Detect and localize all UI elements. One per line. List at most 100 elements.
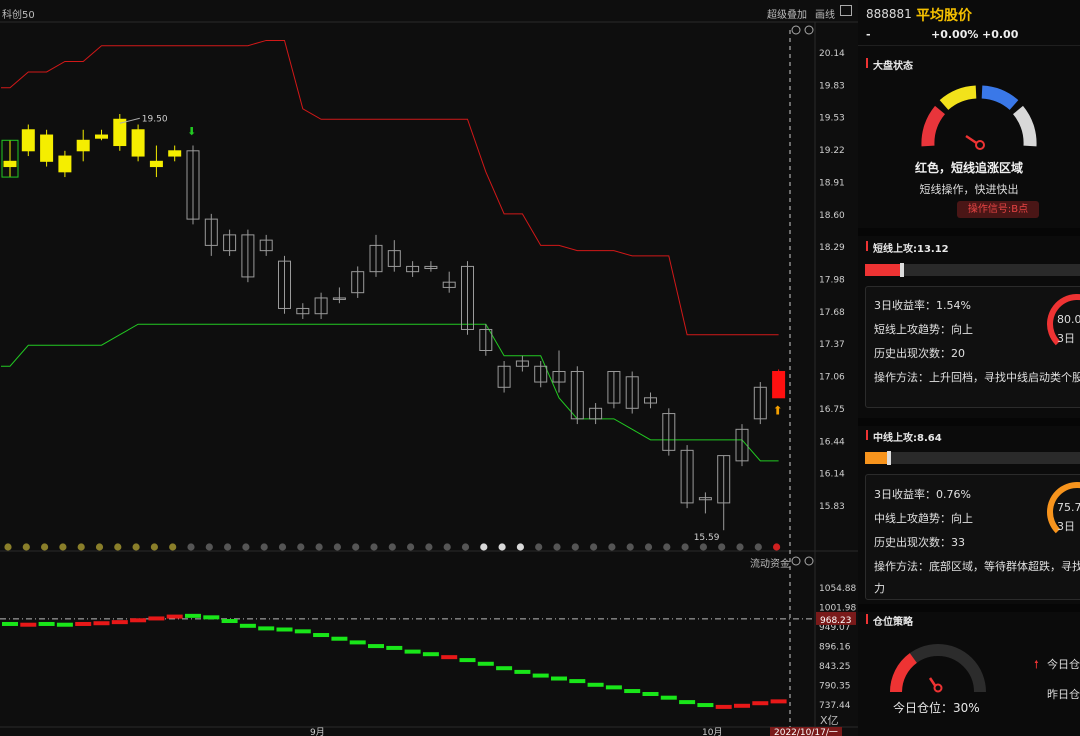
flow-bar	[587, 682, 604, 687]
signal-dot	[480, 543, 488, 551]
candle-body	[168, 150, 182, 157]
overlay-button[interactable]: 超级叠加	[767, 6, 807, 21]
yesterday-position-legend: 昨日仓	[1047, 688, 1080, 701]
candle-body	[76, 139, 90, 152]
stock-header: 888881 平均股价 - +0.00% +0.00	[858, 0, 1080, 46]
flow-bar	[514, 669, 531, 674]
flow-bar	[386, 645, 403, 650]
candle-body	[40, 134, 54, 162]
sell-signal-icon: ⬇	[187, 125, 196, 138]
price-axis-label: 17.06	[819, 373, 845, 383]
signal-dot	[187, 543, 195, 551]
stock-name: 平均股价	[916, 8, 972, 24]
market-gauge	[921, 85, 1037, 150]
flow-bar	[679, 700, 696, 705]
chart-canvas[interactable]: 20.14 19.83 19.53 19.22 18.91 18.60 18.29 17.98…	[0, 0, 858, 736]
signal-dot	[535, 543, 543, 551]
grid-layout-icon[interactable]	[840, 5, 852, 16]
settings-icon	[791, 25, 801, 35]
flow-bar	[221, 619, 238, 624]
candle-body	[131, 129, 145, 157]
signal-dot	[553, 543, 561, 551]
index-name-label: 科创50	[2, 10, 35, 21]
flow-bar	[56, 622, 73, 627]
signal-dot	[718, 543, 726, 551]
bar-knob	[886, 451, 891, 465]
volume-help-icon	[804, 556, 814, 566]
flow-bar	[624, 689, 641, 694]
short-line-3: 历史出现次数：20	[874, 347, 965, 360]
short-line-1: 3日收益率：1.54%	[874, 299, 971, 312]
flow-bar	[203, 615, 220, 620]
volume-axis-label: 1054.88	[819, 584, 856, 594]
flow-bar	[258, 626, 275, 631]
signal-dot	[590, 543, 598, 551]
signal-dot	[333, 543, 341, 551]
stock-code: 888881	[866, 7, 912, 21]
low-price-label: 15.59	[694, 533, 720, 543]
signal-dot	[22, 543, 30, 551]
right-info-panel: 888881 平均股价 - +0.00% +0.00 大盘状态 红色，短线追涨区…	[858, 0, 1080, 736]
mid-line-4: 操作方法：底部区域，等待群体超跌，寻找	[874, 560, 1080, 573]
mid-attack-bar	[865, 451, 1080, 465]
signal-dot	[626, 543, 634, 551]
flow-bar	[313, 633, 330, 638]
mid-line-5: 力	[874, 582, 885, 595]
draw-line-button[interactable]: 画线	[815, 6, 835, 21]
flow-bar	[770, 699, 787, 704]
signal-dot	[297, 543, 305, 551]
signal-dot	[41, 543, 49, 551]
flow-bar	[276, 627, 293, 632]
signal-dot	[571, 543, 579, 551]
signal-dot	[315, 543, 323, 551]
position-strategy-title: 仓位策略	[866, 613, 913, 628]
stock-change-value: +0.00	[982, 28, 1019, 41]
price-axis-label: 18.29	[819, 243, 845, 253]
flow-bar	[331, 636, 348, 641]
volume-axis-label: 843.25	[819, 662, 851, 672]
mid-line-1: 3日收益率：0.76%	[874, 488, 971, 501]
flow-bar	[349, 640, 366, 645]
volume-unit-label: X亿	[820, 714, 839, 727]
signal-dot	[754, 543, 762, 551]
signal-dot	[663, 543, 671, 551]
signal-dot	[461, 543, 470, 551]
flow-bar	[239, 623, 256, 628]
mid-attack-title: 中线上攻:8.64	[866, 429, 942, 444]
price-axis-label: 19.53	[819, 114, 845, 124]
flow-bar	[93, 621, 110, 626]
current-level-text: 968.23	[820, 616, 852, 626]
flow-bar	[642, 691, 659, 696]
short-line-4: 操作方法：上升回档，寻找中线启动类个股	[874, 371, 1080, 384]
flow-bar	[496, 666, 513, 671]
mid-line-2: 中线上攻趋势：向上	[874, 512, 973, 525]
signal-dot	[699, 543, 708, 551]
upper-band-line	[1, 39, 779, 336]
flow-bar	[148, 616, 165, 621]
help-icon	[804, 25, 814, 35]
price-axis-label: 17.68	[819, 308, 845, 318]
volume-title-label: 流动资金	[750, 559, 790, 570]
price-axis-label: 20.14	[819, 49, 845, 59]
signal-dot	[736, 543, 744, 551]
signal-dot	[77, 543, 85, 551]
cursor-date-text: 2022/10/17/一	[774, 728, 838, 736]
signal-dot	[370, 543, 378, 551]
mid-attack-card: 3日收益率：0.76% 中线上攻趋势：向上 历史出现次数：33 操作方法：底部区…	[865, 474, 1080, 600]
kline-chart-area[interactable]: 20.14 19.83 19.53 19.22 18.91 18.60 18.29 17.98…	[0, 0, 858, 736]
flow-bar	[459, 658, 476, 663]
market-status-desc: 短线操作，快进快出	[919, 183, 1019, 196]
price-axis-label: 19.83	[819, 81, 845, 91]
signal-dot	[59, 543, 67, 551]
mid-line-3: 历史出现次数：33	[874, 536, 965, 549]
signal-dot	[169, 543, 177, 551]
price-axis-label: 16.14	[819, 470, 845, 480]
signal-dot	[95, 543, 104, 551]
flow-bar	[166, 614, 183, 619]
short-attack-title: 短线上攻:13.12	[866, 240, 949, 255]
volume-axis-label: 896.16	[819, 643, 851, 653]
price-axis-label: 16.75	[819, 405, 845, 415]
price-axis-label: 17.37	[819, 340, 845, 350]
month-label: 10月	[702, 727, 722, 736]
flow-bar	[404, 649, 421, 654]
